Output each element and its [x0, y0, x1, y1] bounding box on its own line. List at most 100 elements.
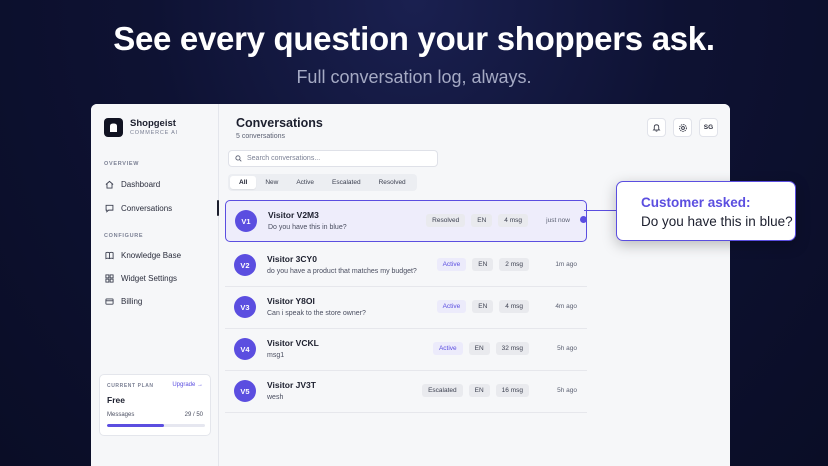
conversation-row[interactable]: V4 Visitor VCKL msg1 Active EN 32 msg 5h…	[225, 329, 587, 371]
row-badges: Escalated EN 16 msg	[422, 384, 529, 397]
sidebar-item-label: Widget Settings	[121, 273, 178, 283]
page-title: Conversations	[236, 116, 323, 130]
visitor-name: Visitor 3CY0	[267, 254, 317, 264]
callout-anchor-dot	[580, 216, 587, 223]
visitor-name: Visitor V2M3	[268, 210, 319, 220]
app-window: Shopgeist COMMERCE AI OVERVIEW Dashboard…	[91, 104, 730, 466]
section-configure-label: CONFIGURE	[104, 233, 144, 239]
language-badge: EN	[468, 384, 490, 397]
sidebar-item-label: Knowledge Base	[121, 250, 182, 260]
visitor-name: Visitor Y8OI	[267, 296, 315, 306]
brand-tagline: COMMERCE AI	[130, 130, 178, 136]
message-count-badge: 32 msg	[495, 342, 529, 355]
section-overview-label: OVERVIEW	[104, 161, 140, 167]
book-icon	[105, 251, 114, 259]
usage-progress-fill	[107, 424, 164, 427]
search-icon	[235, 155, 242, 162]
gear-icon	[678, 123, 687, 132]
card-icon	[105, 298, 114, 305]
callout-connector	[584, 210, 616, 211]
language-badge: EN	[472, 258, 494, 271]
bell-icon	[652, 124, 661, 132]
filter-tab-resolved[interactable]: Resolved	[370, 176, 415, 189]
last-message: wesh	[267, 394, 284, 401]
language-badge: EN	[472, 300, 494, 313]
main-panel: Conversations 5 conversations SG Search …	[219, 104, 730, 466]
upgrade-link[interactable]: Upgrade →	[172, 382, 203, 388]
plan-label: CURRENT PLAN	[107, 383, 154, 389]
visitor-name: Visitor JV3T	[267, 380, 316, 390]
user-avatar[interactable]: SG	[699, 118, 718, 137]
row-badges: Active EN 2 msg	[436, 258, 529, 271]
message-count-badge: 4 msg	[499, 300, 529, 313]
grid-icon	[105, 273, 114, 283]
sidebar-item-dashboard[interactable]: Dashboard	[99, 174, 217, 194]
timestamp: just now	[546, 217, 570, 224]
brand[interactable]: Shopgeist COMMERCE AI	[104, 118, 178, 137]
visitor-avatar: V5	[234, 380, 256, 402]
search-placeholder: Search conversations...	[247, 155, 321, 162]
timestamp: 5h ago	[557, 387, 577, 394]
filter-tab-new[interactable]: New	[256, 176, 287, 189]
message-count-badge: 2 msg	[499, 258, 529, 271]
last-message: Can i speak to the store owner?	[267, 310, 366, 317]
status-badge: Active	[436, 300, 467, 313]
hero-title: See every question your shoppers ask.	[113, 20, 715, 57]
brand-name: Shopgeist	[130, 118, 176, 129]
timestamp: 4m ago	[555, 303, 577, 310]
status-badge: Active	[436, 258, 467, 271]
filter-tab-escalated[interactable]: Escalated	[323, 176, 370, 189]
sidebar-item-billing[interactable]: Billing	[99, 291, 217, 311]
messages-label: Messages	[107, 412, 135, 418]
status-badge: Escalated	[422, 384, 463, 397]
customer-question-callout: Customer asked: Do you have this in blue…	[616, 181, 796, 241]
current-plan-card: CURRENT PLAN Upgrade → Free Messages 29 …	[99, 374, 211, 436]
usage-progress-bar	[107, 424, 205, 427]
sidebar-item-label: Billing	[121, 296, 143, 306]
notifications-button[interactable]	[647, 118, 666, 137]
filter-tab-active[interactable]: Active	[287, 176, 323, 189]
sidebar-item-widget-settings[interactable]: Widget Settings	[99, 268, 217, 288]
conversation-row[interactable]: V3 Visitor Y8OI Can i speak to the store…	[225, 287, 587, 329]
visitor-avatar: V4	[234, 338, 256, 360]
settings-button[interactable]	[673, 118, 692, 137]
row-badges: Resolved EN 4 msg	[426, 214, 528, 227]
language-badge: EN	[468, 342, 490, 355]
timestamp: 5h ago	[557, 345, 577, 352]
visitor-avatar: V1	[235, 210, 257, 232]
message-count-badge: 4 msg	[498, 214, 528, 227]
conversation-row[interactable]: V1 Visitor V2M3 Do you have this in blue…	[225, 200, 587, 242]
message-count-badge: 16 msg	[495, 384, 529, 397]
search-input[interactable]: Search conversations...	[228, 150, 438, 167]
status-badge: Active	[432, 342, 463, 355]
sidebar-item-label: Dashboard	[121, 179, 161, 189]
last-message: do you have a product that matches my bu…	[267, 268, 417, 275]
language-badge: EN	[471, 214, 493, 227]
filter-tab-all[interactable]: All	[230, 176, 257, 189]
callout-text: Do you have this in blue?	[641, 214, 793, 229]
last-message: Do you have this in blue?	[268, 224, 347, 231]
sidebar-item-label: Conversations	[121, 203, 173, 213]
callout-title: Customer asked:	[641, 195, 751, 210]
chat-icon	[105, 204, 114, 213]
sidebar-item-knowledge-base[interactable]: Knowledge Base	[99, 245, 217, 265]
top-actions: SG	[647, 118, 718, 137]
conversation-count: 5 conversations	[236, 133, 286, 140]
sidebar-item-conversations[interactable]: Conversations	[99, 198, 219, 218]
timestamp: 1m ago	[555, 261, 577, 268]
last-message: msg1	[267, 352, 285, 359]
row-badges: Active EN 32 msg	[432, 342, 529, 355]
brand-logo-icon	[104, 118, 123, 137]
sidebar: Shopgeist COMMERCE AI OVERVIEW Dashboard…	[91, 104, 219, 466]
home-icon	[105, 180, 114, 189]
visitor-avatar: V2	[234, 254, 256, 276]
hero-subtitle: Full conversation log, always.	[296, 67, 532, 87]
conversation-row[interactable]: V5 Visitor JV3T wesh Escalated EN 16 msg…	[225, 371, 587, 413]
messages-count: 29 / 50	[184, 412, 203, 418]
visitor-avatar: V3	[234, 296, 256, 318]
status-badge: Resolved	[426, 214, 466, 227]
row-badges: Active EN 4 msg	[436, 300, 529, 313]
status-filter-tabs: All New Active Escalated Resolved	[228, 174, 417, 191]
conversation-row[interactable]: V2 Visitor 3CY0 do you have a product th…	[225, 245, 587, 287]
plan-name: Free	[107, 395, 125, 405]
